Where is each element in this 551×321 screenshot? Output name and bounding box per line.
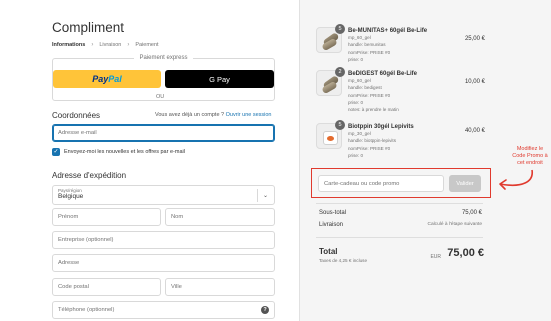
product-thumbnail: 2 [316, 67, 345, 96]
login-prompt-text: Vous avez déjà un compte ? [155, 112, 225, 118]
quantity-badge: 5 [335, 120, 345, 130]
company-field[interactable]: Entreprise (optionnel) [52, 231, 275, 249]
divider [316, 237, 483, 238]
check-icon: ✓ [53, 149, 59, 155]
currency-code: EUR [430, 254, 441, 260]
paypal-label-pay: Pay [92, 74, 109, 84]
product-price: 10,00 € [464, 79, 485, 85]
product-meta: handle: biotppin-lepivits [348, 138, 397, 144]
product-meta: nomPrise: PRISE #0 [348, 49, 391, 55]
first-name-field[interactable]: Prénom [52, 208, 161, 226]
annotation-text: Modifiez le Code Promo à cet endroit [512, 146, 548, 166]
breadcrumb-livraison[interactable]: Livraison [99, 42, 121, 48]
divider [316, 203, 483, 204]
product-price: 40,00 € [464, 128, 485, 134]
country-select-value: Belgique [58, 193, 84, 200]
shipping-section-title: Adresse d'expédition [52, 171, 127, 180]
newsletter-checkbox[interactable]: ✓ [52, 148, 60, 156]
postal-code-field[interactable]: Code postal [52, 278, 161, 296]
product-price: 25,00 € [464, 36, 485, 42]
checkout-form-column: Compliment Informations › Livraison › Pa… [0, 0, 299, 321]
product-meta: prise: 0 [348, 56, 364, 62]
contact-section-title: Coordonnées [52, 111, 101, 120]
paypal-button[interactable]: Pay Pal [53, 70, 161, 88]
discount-code-field[interactable]: Carte-cadeau ou code promo [318, 175, 444, 192]
jar-image [323, 131, 338, 145]
or-divider: OU [152, 94, 169, 100]
select-divider [257, 189, 258, 202]
order-summary-column: 5 Be-MUNITAS+ 60gél Be-Life mp_60_gel ha… [299, 0, 551, 321]
total-label: Total [319, 247, 338, 256]
newsletter-label: Envoyez-moi les nouvelles et les offres … [64, 149, 185, 155]
product-meta: handle: bemunitas [348, 42, 386, 48]
help-circle-icon[interactable]: ? [261, 306, 269, 314]
email-field[interactable]: Adresse e-mail [52, 124, 275, 142]
product-meta: notes: à prendre le matin [348, 107, 399, 113]
breadcrumb-informations[interactable]: Informations [52, 42, 85, 48]
subtotal-value: 75,00 € [461, 210, 482, 216]
last-name-field[interactable]: Nom [165, 208, 275, 226]
breadcrumb: Informations › Livraison › Paiement [52, 42, 159, 48]
express-checkout-title: Paiement express [134, 55, 193, 61]
google-pay-button[interactable]: G Pay [165, 70, 274, 88]
product-thumbnail: 5 [316, 24, 345, 53]
chevron-right-icon: › [91, 42, 94, 48]
quantity-badge: 2 [335, 67, 345, 77]
store-name[interactable]: Compliment [52, 20, 124, 35]
login-link[interactable]: Ouvrir une session [226, 112, 272, 118]
country-select[interactable]: Pays/région Belgique ⌄ [52, 185, 275, 205]
product-meta: nomPrise: PRISE #0 [348, 145, 391, 151]
google-pay-label: G Pay [209, 74, 230, 84]
shipping-label: Livraison [319, 222, 344, 228]
login-prompt: Vous avez déjà un compte ? Ouvrir une se… [155, 112, 272, 118]
subtotal-label: Sous-total [319, 210, 347, 216]
tax-note: Taxes de 4,25 € incluse [319, 258, 368, 263]
total-value: 75,00 € [447, 247, 484, 259]
product-meta: nomPrise: PRISE #0 [348, 92, 391, 98]
product-meta: prise: 0 [348, 152, 364, 158]
phone-field-placeholder: Téléphone (optionnel) [58, 307, 115, 313]
product-thumbnail: 5 [316, 120, 345, 149]
newsletter-row: ✓ Envoyez-moi les nouvelles et les offre… [52, 148, 185, 156]
breadcrumb-paiement[interactable]: Paiement [135, 42, 158, 48]
apply-discount-button[interactable]: Valider [449, 175, 481, 192]
product-meta: handle: bedigest [348, 85, 382, 91]
shipping-value: Calculé à l'étape suivante [427, 222, 482, 227]
product-meta: prise: 0 [348, 99, 364, 105]
city-field[interactable]: Ville [165, 278, 275, 296]
quantity-badge: 5 [335, 24, 345, 34]
chevron-down-icon: ⌄ [262, 193, 268, 199]
paypal-label-pal: Pal [108, 74, 122, 84]
phone-field[interactable]: Téléphone (optionnel) ? [52, 301, 275, 319]
address-field[interactable]: Adresse [52, 254, 275, 272]
chevron-right-icon: › [127, 42, 130, 48]
